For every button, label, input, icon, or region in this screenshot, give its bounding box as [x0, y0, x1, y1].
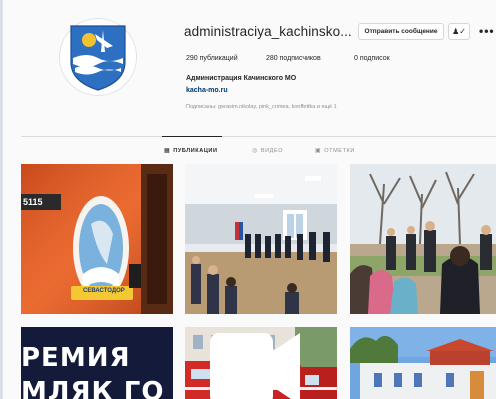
profile-full-name: Администрация Качинского МО: [186, 75, 297, 82]
tab-posts-label: ПУБЛИКАЦИИ: [173, 147, 218, 154]
followed-by-text[interactable]: Подписаны: gerasim.nikolay, pink_crimea,…: [186, 104, 337, 110]
bus-number-text: 5115: [23, 197, 43, 207]
stat-followers[interactable]: 280 подписчиков: [266, 55, 321, 62]
grid-icon: ▦: [164, 148, 171, 154]
profile-website-link[interactable]: kacha-mo.ru: [186, 87, 228, 94]
stat-posts: 290 публикаций: [186, 55, 238, 62]
hall-event-photo: [185, 164, 337, 314]
banner-text-line2: МЛЯК ГО: [21, 377, 165, 399]
post-tile-fire-trucks[interactable]: [185, 327, 337, 399]
bus-badge-text: СЕВАСТОДОР: [83, 288, 125, 294]
coat-of-arms-icon: [70, 25, 126, 91]
active-tab-indicator: [162, 136, 222, 137]
profile-avatar[interactable]: [59, 18, 137, 96]
building-photo: [350, 327, 496, 399]
person-check-icon: ♟✓: [452, 27, 466, 36]
tabs-divider: [21, 136, 496, 137]
stat-following[interactable]: 0 подписок: [354, 55, 390, 62]
outdoor-meeting-photo: [350, 164, 496, 314]
instagram-profile-page: administraciya_kachinsko... Отправить со…: [2, 0, 496, 399]
post-tile-outdoor-meeting[interactable]: [350, 164, 496, 314]
post-tile-building[interactable]: [350, 327, 496, 399]
tab-tags[interactable]: ▣ ОТМЕТКИ: [315, 147, 355, 155]
post-tile-bus[interactable]: 5115 СЕВАСТОДОР: [21, 164, 173, 314]
tab-posts[interactable]: ▦ ПУБЛИКАЦИИ: [164, 147, 218, 155]
video-icon: ◎: [252, 148, 258, 154]
tab-tags-label: ОТМЕТКИ: [324, 147, 355, 154]
send-message-button[interactable]: Отправить сообщение: [358, 23, 444, 40]
post-tile-hall-event[interactable]: [185, 164, 337, 314]
tag-icon: ▣: [315, 148, 322, 154]
post-tile-award-banner[interactable]: РЕМИЯ МЛЯК ГО: [21, 327, 173, 399]
more-dots-icon[interactable]: •••: [479, 24, 495, 38]
profile-username: administraciya_kachinsko...: [184, 24, 352, 39]
banner-text-line1: РЕМИЯ: [21, 343, 131, 373]
video-badge-icon: [210, 333, 300, 399]
following-button[interactable]: ♟✓: [448, 23, 470, 40]
tab-video-label: ВИДЕО: [260, 147, 284, 154]
tab-video[interactable]: ◎ ВИДЕО: [252, 147, 284, 155]
